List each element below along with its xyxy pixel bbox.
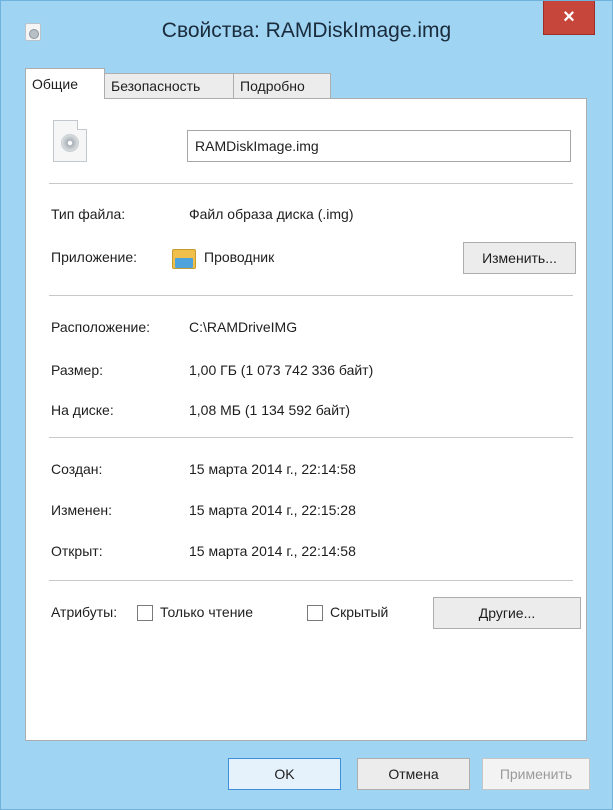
separator xyxy=(49,580,573,581)
hidden-checkbox[interactable] xyxy=(307,605,323,621)
general-panel: RAMDiskImage.img Тип файла: Файл образа … xyxy=(25,98,587,741)
readonly-label[interactable]: Только чтение xyxy=(160,604,253,620)
ok-button[interactable]: OK xyxy=(228,758,341,790)
title-bar[interactable]: Свойства: RAMDiskImage.img × xyxy=(1,1,612,63)
created-value: 15 марта 2014 г., 22:14:58 xyxy=(189,461,356,477)
hidden-label[interactable]: Скрытый xyxy=(330,604,388,620)
created-label: Создан: xyxy=(51,461,103,477)
cancel-button[interactable]: Отмена xyxy=(357,758,470,790)
disk-size-label: На диске: xyxy=(51,402,114,418)
separator xyxy=(49,295,573,296)
size-label: Размер: xyxy=(51,362,104,378)
tab-strip: Общие Безопасность Подробно xyxy=(25,68,585,99)
modified-label: Изменен: xyxy=(51,502,113,518)
disk-image-file-icon xyxy=(53,120,87,162)
file-type-value: Файл образа диска (.img) xyxy=(189,206,354,222)
disk-size-value: 1,08 МБ (1 134 592 байт) xyxy=(189,402,351,418)
close-button[interactable]: × xyxy=(543,1,595,35)
app-value: Проводник xyxy=(204,249,275,265)
opened-value: 15 марта 2014 г., 22:14:58 xyxy=(189,543,356,559)
file-name-input[interactable]: RAMDiskImage.img xyxy=(187,130,571,162)
app-label: Приложение: xyxy=(51,249,138,265)
tab-general[interactable]: Общие xyxy=(25,68,105,99)
tab-security[interactable]: Безопасность xyxy=(104,73,234,99)
properties-window: Свойства: RAMDiskImage.img × Общие Безоп… xyxy=(0,0,613,810)
size-value: 1,00 ГБ (1 073 742 336 байт) xyxy=(189,362,374,378)
opened-label: Открыт: xyxy=(51,543,103,559)
apply-button[interactable]: Применить xyxy=(482,758,590,790)
location-value: C:\RAMDriveIMG xyxy=(189,319,298,335)
window-title: Свойства: RAMDiskImage.img xyxy=(161,19,452,42)
modified-value: 15 марта 2014 г., 22:15:28 xyxy=(189,502,356,518)
readonly-checkbox[interactable] xyxy=(137,605,153,621)
change-app-button[interactable]: Изменить... xyxy=(463,242,576,274)
separator xyxy=(49,437,573,438)
attributes-label: Атрибуты: xyxy=(51,604,118,620)
separator xyxy=(49,183,573,184)
tab-details[interactable]: Подробно xyxy=(233,73,331,99)
file-type-label: Тип файла: xyxy=(51,206,126,222)
other-attributes-button[interactable]: Другие... xyxy=(433,597,581,629)
explorer-folder-icon xyxy=(172,249,196,269)
location-label: Расположение: xyxy=(51,319,151,335)
